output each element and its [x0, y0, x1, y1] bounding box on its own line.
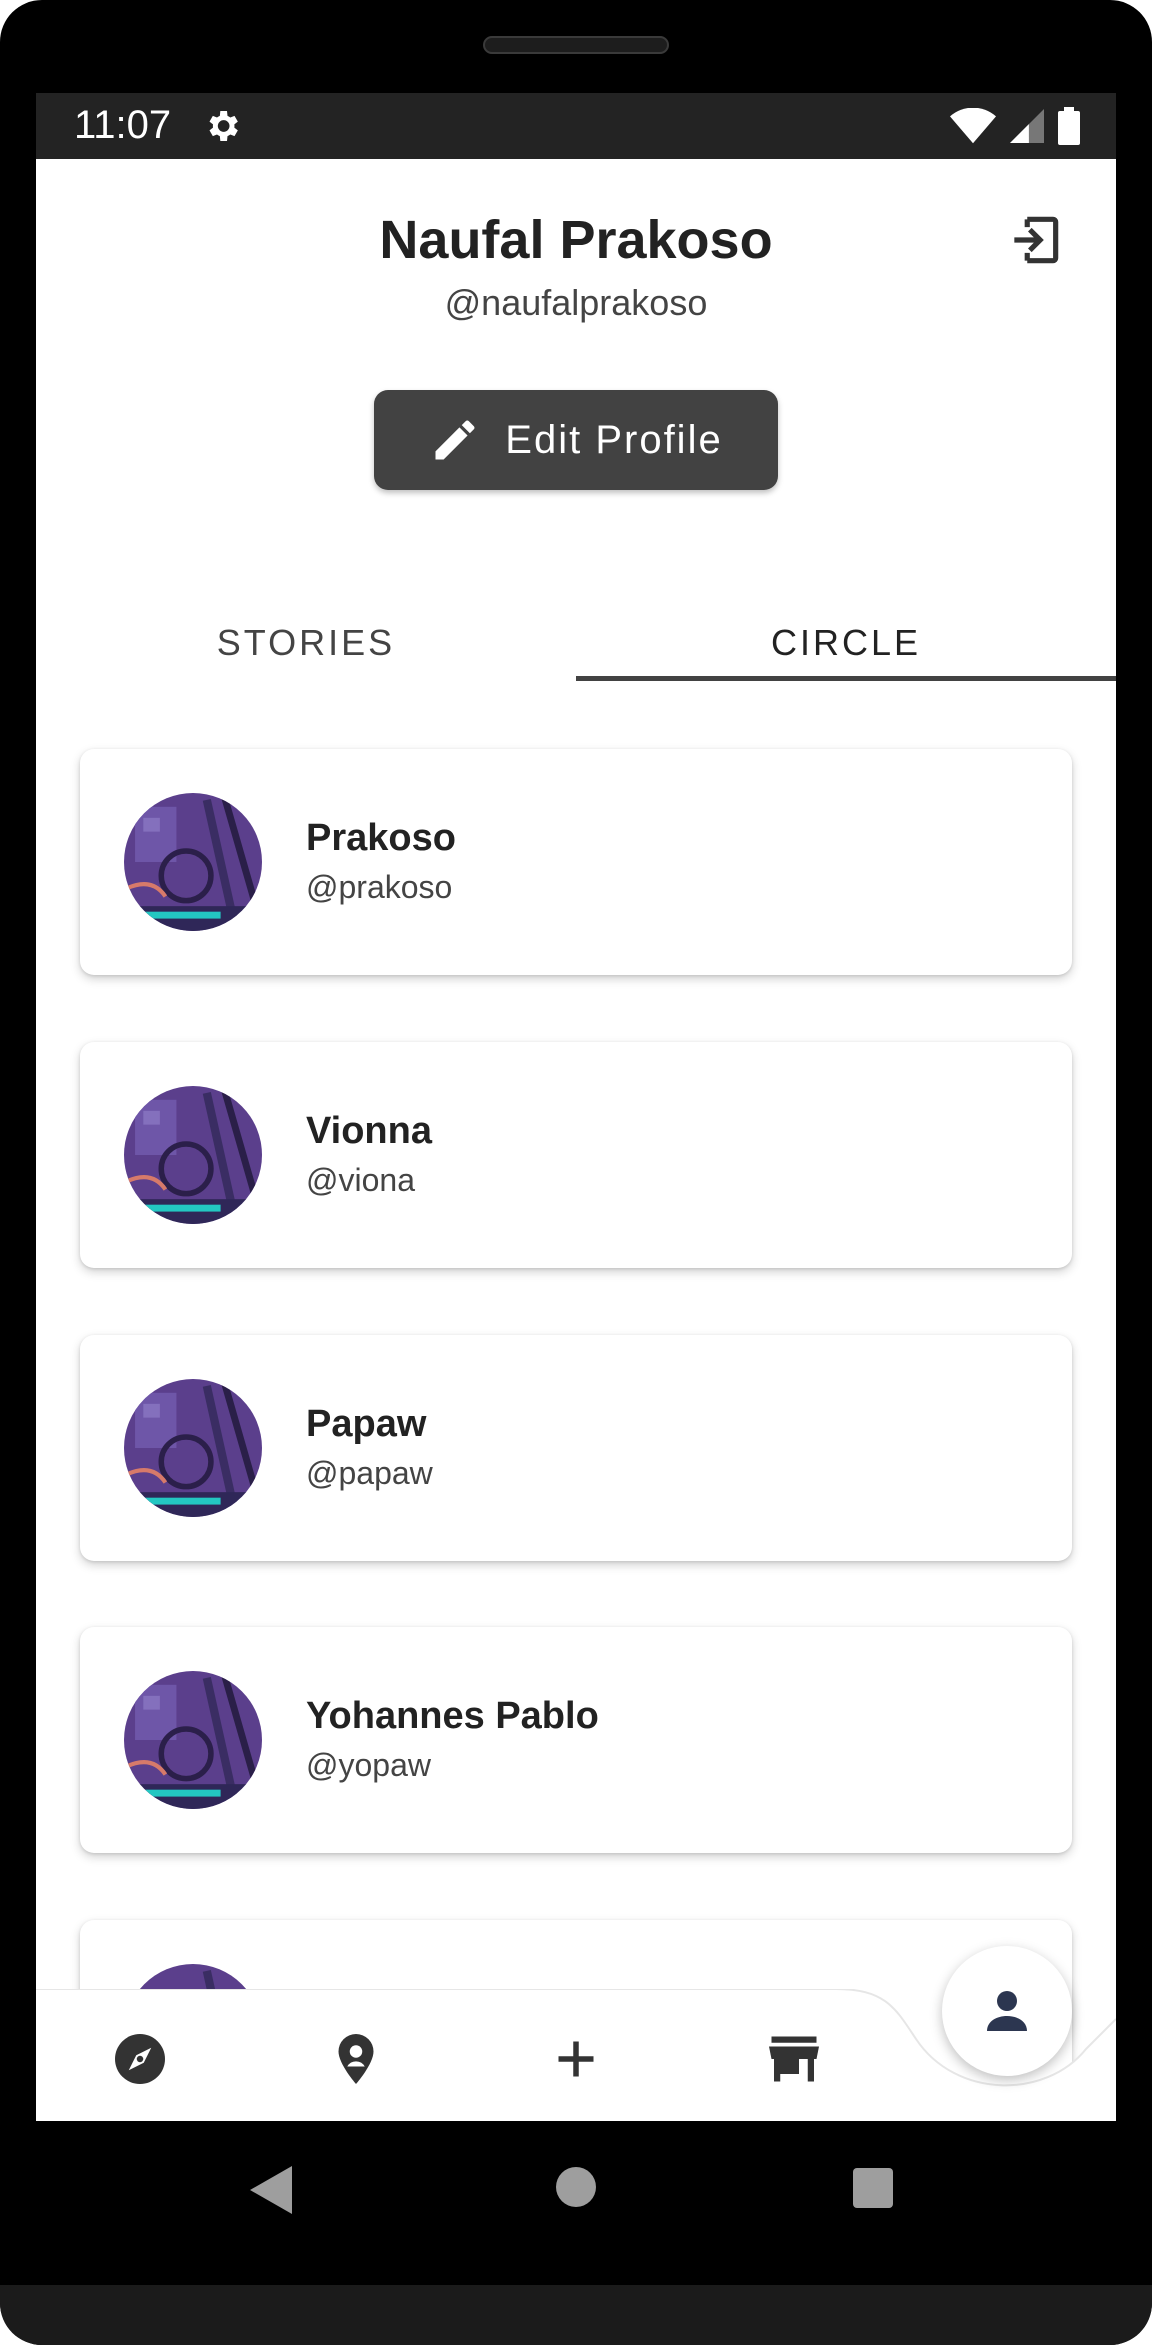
circle-member-name: Yohannes Pablo: [306, 1695, 599, 1737]
circle-member-handle: @prakoso: [306, 869, 453, 905]
circle-member-name: Vionna: [306, 1110, 432, 1152]
status-icons: [950, 107, 1080, 145]
location-pin-icon[interactable]: [326, 2029, 386, 2089]
circle-member-name: Papaw: [306, 1403, 427, 1445]
person-icon: [987, 1991, 1027, 2031]
avatar: [124, 793, 262, 931]
app-screen: 11:07 Naufal Prakoso @naufalprakoso Edit…: [36, 93, 1116, 2121]
avatar: [124, 1671, 262, 1809]
profile-handle: @naufalprakoso: [444, 282, 708, 323]
store-icon[interactable]: [764, 2029, 824, 2089]
active-tab-indicator: [576, 676, 1116, 681]
circle-member-handle: @yopaw: [306, 1747, 431, 1783]
battery-icon: [1058, 107, 1080, 145]
circle-list-item[interactable]: Yohannes Pablo @yopaw: [80, 1627, 1072, 1853]
avatar: [124, 1379, 262, 1517]
device-chin: [0, 2285, 1152, 2345]
speaker-grille: [483, 36, 669, 54]
circle-member-name: Prakoso: [306, 817, 456, 859]
circle-list-item[interactable]: Prakoso @prakoso: [80, 749, 1072, 975]
device-frame: 11:07 Naufal Prakoso @naufalprakoso Edit…: [0, 0, 1152, 2345]
add-icon[interactable]: [546, 2029, 606, 2089]
circle-member-handle: @papaw: [306, 1455, 433, 1491]
tab-circle[interactable]: CIRCLE: [576, 613, 1116, 703]
status-bar: 11:07: [36, 93, 1116, 159]
profile-name: Naufal Prakoso: [379, 210, 773, 270]
recent-apps-icon[interactable]: [853, 2168, 893, 2208]
avatar: [124, 1086, 262, 1224]
circle-list-item[interactable]: Papaw @papaw: [80, 1335, 1072, 1561]
edit-profile-label: Edit Profile: [505, 417, 723, 462]
system-navigation-bar: [0, 2121, 1152, 2281]
wifi-icon: [950, 108, 996, 144]
profile-tabs: STORIES CIRCLE: [36, 613, 1116, 703]
home-icon[interactable]: [556, 2167, 596, 2207]
pencil-icon: [435, 420, 475, 460]
circle-member-handle: @viona: [306, 1162, 415, 1198]
settings-gear-icon: [209, 111, 238, 141]
edit-profile-button[interactable]: Edit Profile: [374, 390, 778, 490]
status-time: 11:07: [74, 103, 172, 147]
compass-icon[interactable]: [110, 2029, 170, 2089]
logout-icon[interactable]: [1004, 209, 1066, 271]
circle-list-item[interactable]: Vionna @viona: [80, 1042, 1072, 1268]
cellular-signal-icon: [1010, 109, 1044, 143]
back-icon[interactable]: [250, 2166, 292, 2214]
tab-stories[interactable]: STORIES: [36, 613, 576, 703]
profile-nav-button[interactable]: [942, 1946, 1072, 2076]
